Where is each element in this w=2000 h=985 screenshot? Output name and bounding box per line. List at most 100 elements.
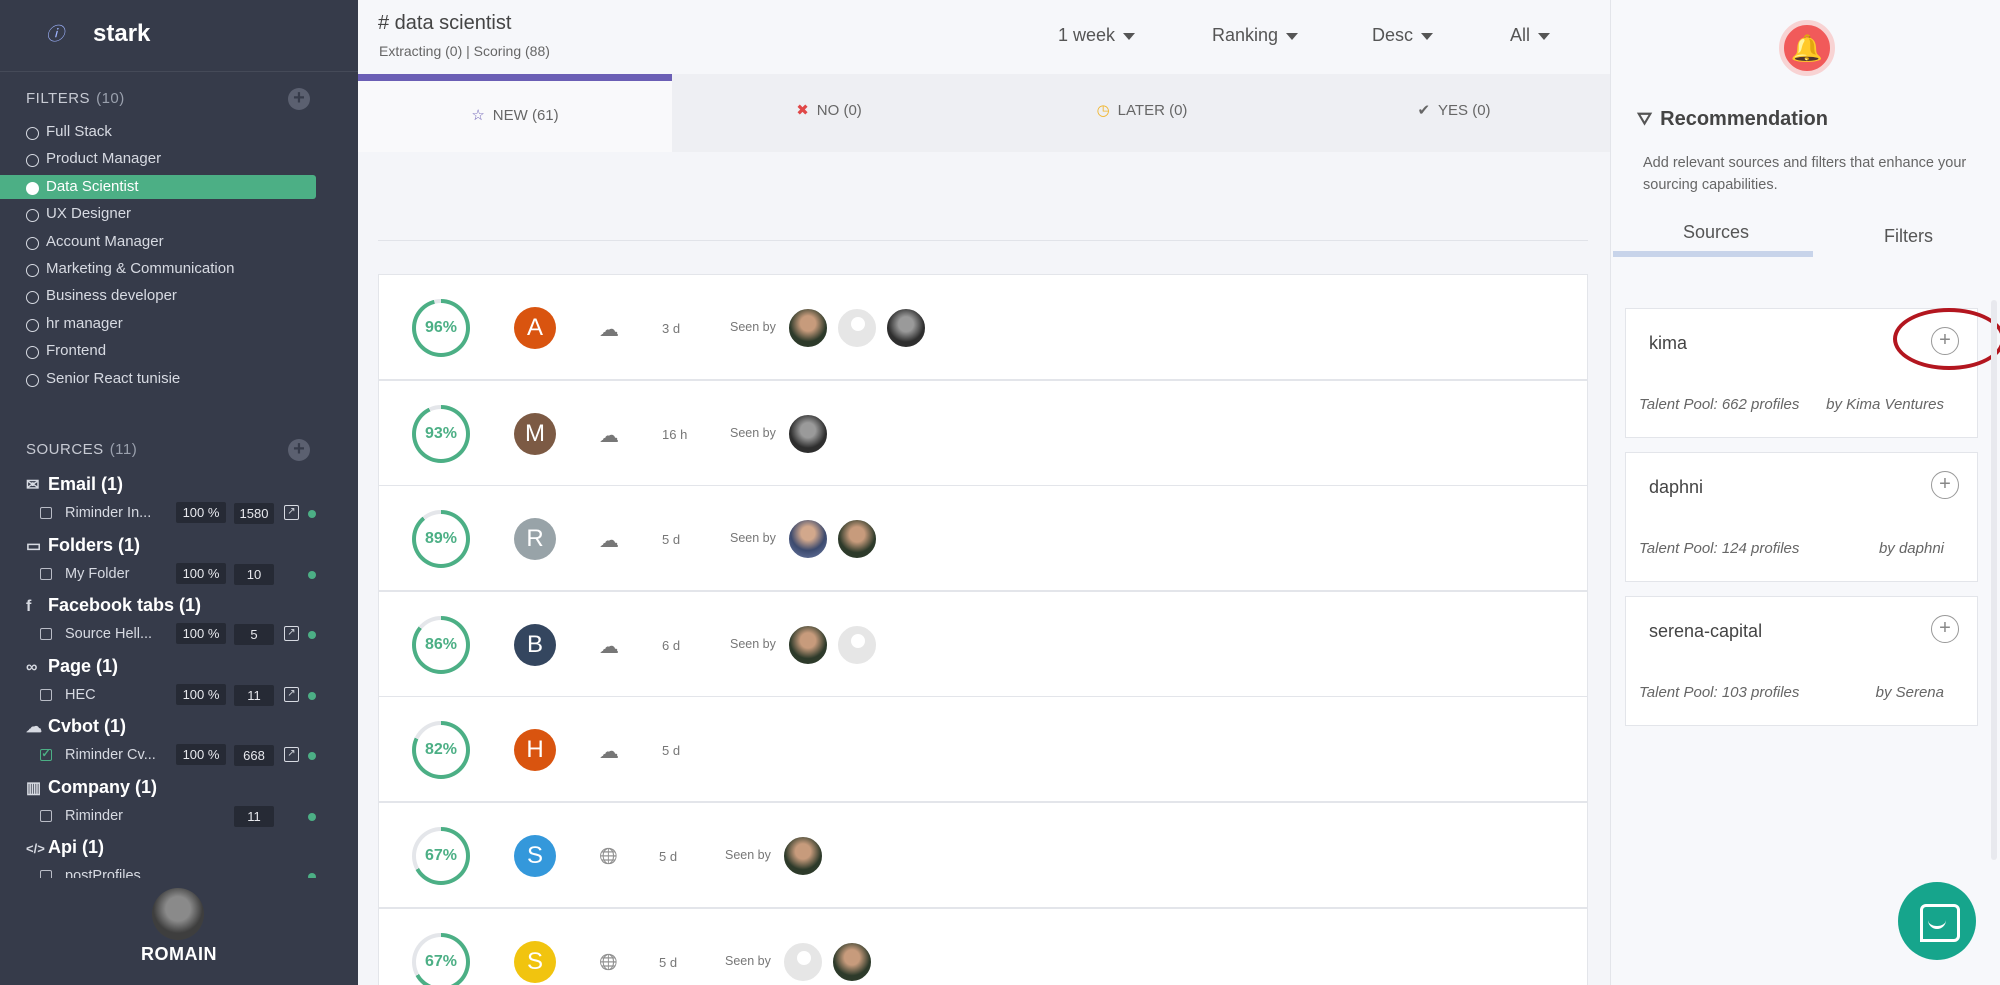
- filter-item[interactable]: Account Manager: [0, 230, 316, 254]
- viewer-avatar[interactable]: [836, 518, 878, 561]
- count-badge: 11: [234, 684, 274, 706]
- viewer-avatar[interactable]: [836, 307, 878, 349]
- viewer-avatar[interactable]: [831, 940, 873, 983]
- source-row[interactable]: HEC 100 % 11 ↗: [40, 683, 320, 706]
- tab-yes[interactable]: ✔ YES (0): [1298, 74, 1610, 152]
- checkbox[interactable]: [40, 688, 52, 701]
- tab-sources[interactable]: Sources: [1683, 222, 1749, 243]
- tab-filters[interactable]: Filters: [1884, 226, 1933, 247]
- scrollbar[interactable]: [1991, 300, 1997, 860]
- score-ring: 86%: [412, 615, 470, 674]
- sort-order-dropdown[interactable]: Desc: [1372, 25, 1434, 46]
- filter-item[interactable]: Full Stack: [0, 120, 316, 144]
- candidate-row[interactable]: 86% B ☁ 6 d Seen by: [378, 590, 1588, 697]
- source-group-header[interactable]: ▥ Company (1): [26, 777, 157, 798]
- candidate-avatar[interactable]: B: [514, 623, 556, 666]
- radio-icon[interactable]: [26, 318, 39, 332]
- candidate-row[interactable]: 67% S 🌐 5 d Seen by: [378, 802, 1588, 908]
- viewer-avatar[interactable]: [782, 940, 824, 983]
- source-name: HEC: [65, 686, 96, 703]
- radio-icon[interactable]: [26, 346, 39, 360]
- source-name: My Folder: [65, 565, 130, 582]
- viewer-avatar[interactable]: [787, 518, 829, 561]
- tab-no[interactable]: ✖ NO (0): [672, 74, 986, 152]
- user-block[interactable]: ROMAIN: [0, 878, 358, 985]
- count-badge: 11: [234, 805, 274, 827]
- radio-icon[interactable]: [26, 154, 39, 168]
- checkbox[interactable]: ✓: [40, 749, 52, 761]
- add-filter-button[interactable]: +: [288, 88, 310, 110]
- viewer-avatar[interactable]: [787, 307, 829, 349]
- filter-item[interactable]: Business developer: [0, 284, 316, 308]
- sort-field-dropdown[interactable]: Ranking: [1212, 25, 1299, 46]
- viewer-avatar[interactable]: [787, 623, 829, 666]
- checkbox[interactable]: [40, 567, 52, 580]
- filter-item-label: Product Manager: [46, 150, 162, 168]
- filter-item[interactable]: Senior React tunisie: [0, 367, 316, 391]
- candidate-avatar[interactable]: S: [514, 835, 556, 877]
- source-group-header[interactable]: ✉ Email (1): [26, 474, 123, 495]
- candidate-row[interactable]: 96% A ☁ 3 d Seen by: [378, 274, 1588, 380]
- add-source-button[interactable]: +: [1931, 471, 1959, 499]
- checkbox[interactable]: [40, 507, 52, 519]
- candidate-row[interactable]: 89% R ☁ 5 d Seen by: [378, 485, 1588, 592]
- candidate-row[interactable]: 67% S 🌐 5 d Seen by: [378, 907, 1588, 985]
- source-group-header[interactable]: ∞ Page (1): [26, 656, 118, 677]
- source-row[interactable]: Riminder In... 100 % 1580 ↗: [40, 502, 320, 524]
- source-row[interactable]: My Folder 100 % 10: [40, 562, 320, 585]
- brand-logo-icon[interactable]: ⓘ: [46, 20, 66, 45]
- tab-later[interactable]: ◷ LATER (0): [986, 74, 1298, 152]
- brand-name[interactable]: stark: [93, 20, 150, 48]
- candidate-avatar[interactable]: A: [514, 307, 556, 349]
- external-link-icon[interactable]: ↗: [284, 747, 299, 762]
- radio-icon[interactable]: [26, 291, 39, 305]
- viewer-avatar[interactable]: [787, 412, 829, 455]
- user-avatar[interactable]: [152, 888, 204, 940]
- viewer-avatar[interactable]: [836, 623, 878, 666]
- radio-icon[interactable]: [26, 373, 39, 387]
- filter-item[interactable]: Marketing & Communication: [0, 257, 316, 281]
- candidate-avatar[interactable]: M: [514, 412, 556, 455]
- source-group-header[interactable]: ▭ Folders (1): [26, 535, 140, 556]
- checkbox[interactable]: [40, 628, 52, 640]
- tab-new[interactable]: ☆ NEW (61): [358, 74, 672, 152]
- candidate-row[interactable]: 82% H ☁ 5 d: [378, 696, 1588, 803]
- filter-item[interactable]: Frontend: [0, 339, 316, 363]
- source-group-header[interactable]: </> Api (1): [26, 837, 104, 858]
- scope-dropdown[interactable]: All: [1510, 25, 1551, 46]
- filter-item[interactable]: Data Scientist: [0, 174, 316, 199]
- filter-item[interactable]: UX Designer: [0, 202, 316, 226]
- radio-icon[interactable]: [26, 236, 39, 250]
- candidate-row[interactable]: 93% M ☁ 16 h Seen by: [378, 379, 1588, 486]
- filter-item-label: Senior React tunisie: [46, 369, 181, 387]
- chat-button[interactable]: [1898, 882, 1976, 960]
- candidate-avatar[interactable]: S: [514, 940, 556, 983]
- source-row[interactable]: Riminder 11: [40, 805, 320, 827]
- radio-icon[interactable]: [26, 209, 39, 223]
- filter-item[interactable]: hr manager: [0, 312, 316, 336]
- source-row[interactable]: Source Hell... 100 % 5 ↗: [40, 623, 320, 645]
- candidate-avatar[interactable]: R: [514, 518, 556, 561]
- external-link-icon[interactable]: ↗: [284, 626, 299, 641]
- external-link-icon[interactable]: ↗: [284, 686, 299, 702]
- filter-item-label: Frontend: [46, 342, 107, 360]
- source-group-header[interactable]: f Facebook tabs (1): [26, 595, 201, 616]
- source-group-header[interactable]: ☁ Cvbot (1): [26, 716, 126, 737]
- candidate-avatar[interactable]: H: [514, 729, 556, 772]
- score-value: 93%: [416, 408, 466, 459]
- viewer-avatar[interactable]: [782, 835, 824, 877]
- bell-icon[interactable]: 🔔: [1779, 20, 1835, 76]
- radio-icon[interactable]: [26, 181, 39, 195]
- period-dropdown[interactable]: 1 week: [1058, 25, 1136, 46]
- checkbox[interactable]: [40, 809, 52, 822]
- add-source-button[interactable]: +: [288, 439, 310, 461]
- viewer-avatar[interactable]: [885, 307, 927, 349]
- external-link-icon[interactable]: ↗: [284, 505, 299, 520]
- radio-icon[interactable]: [26, 127, 39, 140]
- filter-item[interactable]: Product Manager: [0, 147, 316, 171]
- recommendation-card[interactable]: daphni + Talent Pool: 124 profiles by daphn…: [1625, 452, 1978, 582]
- add-source-button[interactable]: +: [1931, 615, 1959, 643]
- recommendation-card[interactable]: serena-capital + Talent Pool: 103 profiles…: [1625, 596, 1978, 726]
- source-row[interactable]: ✓ Riminder Cv... 100 % 668 ↗: [40, 744, 320, 766]
- radio-icon[interactable]: [26, 264, 39, 277]
